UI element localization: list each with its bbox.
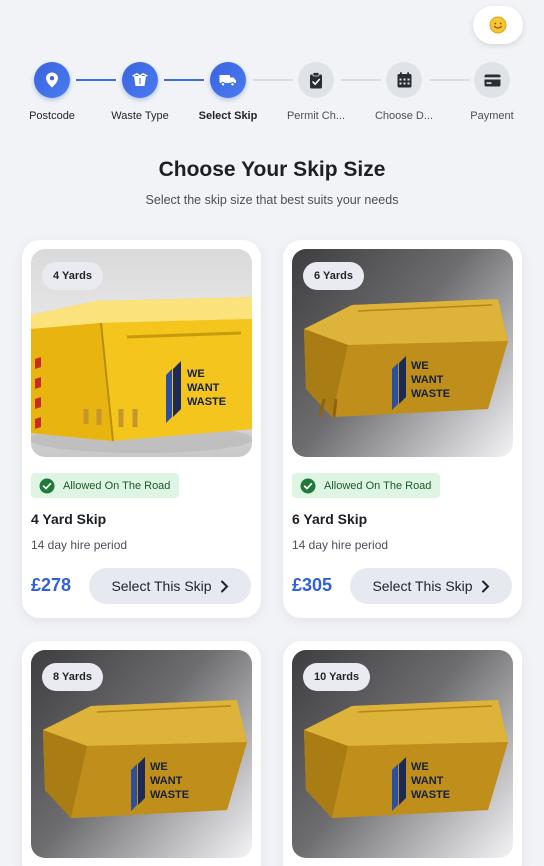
step-label: Waste Type <box>111 110 169 122</box>
svg-text:WASTE: WASTE <box>187 396 226 408</box>
svg-text:WASTE: WASTE <box>411 789 450 801</box>
step-select-skip[interactable]: Select Skip <box>188 62 268 122</box>
truck-icon <box>219 75 236 87</box>
clipboard-check-icon <box>310 71 322 88</box>
svg-text:WANT: WANT <box>150 775 183 787</box>
skip-price: £278 <box>31 575 72 595</box>
skip-title: 4 Yard Skip <box>31 511 107 527</box>
page-title: Choose Your Skip Size <box>158 158 386 181</box>
select-skip-label: Select This Skip <box>372 578 473 594</box>
skip-selection-page: Postcode Waste Type Select Skip Permit C… <box>0 0 544 866</box>
select-skip-button[interactable]: Select This Skip <box>89 568 251 604</box>
step-payment[interactable]: Payment <box>452 62 532 122</box>
skip-price: £305 <box>292 575 333 595</box>
skip-card-4-yards[interactable]: WE WANT WASTE 4 Yards Allowed On The Roa… <box>22 240 261 618</box>
step-label: Payment <box>470 110 514 122</box>
road-allowed-badge: Allowed On The Road <box>31 473 180 498</box>
map-pin-icon <box>46 72 58 88</box>
skip-image: WE WANT WASTE 4 Yards <box>31 249 252 457</box>
svg-text:WANT: WANT <box>187 382 220 394</box>
svg-text:WASTE: WASTE <box>150 789 189 801</box>
svg-text:WASTE: WASTE <box>411 388 450 400</box>
trash-icon <box>132 73 148 86</box>
svg-text:WE: WE <box>411 360 429 372</box>
step-label: Choose D... <box>374 110 434 122</box>
page-subtitle: Select the skip size that best suits you… <box>145 193 399 207</box>
credit-card-icon <box>484 74 500 86</box>
svg-text:WANT: WANT <box>411 374 444 386</box>
road-allowed-label: Allowed On The Road <box>63 479 171 492</box>
step-label: Select Skip <box>198 110 258 122</box>
svg-text:WE: WE <box>411 761 429 773</box>
size-badge: 10 Yards <box>303 663 371 691</box>
step-choose-date[interactable]: Choose D... <box>364 62 444 122</box>
select-skip-label: Select This Skip <box>111 578 212 594</box>
hire-period: 14 day hire period <box>292 538 389 552</box>
hire-period: 14 day hire period <box>31 538 128 552</box>
skip-card-6-yards[interactable]: WE WANT WASTE 6 Yards Allowed On The Roa… <box>283 240 522 618</box>
step-permit-check[interactable]: Permit Ch... <box>276 62 356 122</box>
step-postcode[interactable]: Postcode <box>12 62 92 122</box>
skip-title: 6 Yard Skip <box>292 511 368 527</box>
select-skip-button[interactable]: Select This Skip <box>350 568 512 604</box>
chevron-right-icon <box>220 580 228 592</box>
size-badge: 4 Yards <box>42 262 103 290</box>
size-badge: 8 Yards <box>42 663 103 691</box>
svg-text:WANT: WANT <box>411 775 444 787</box>
skip-image: WE WANT WASTE 6 Yards <box>292 249 513 457</box>
size-badge: 6 Yards <box>303 262 364 290</box>
check-circle-icon <box>300 478 316 493</box>
theme-toggle-button[interactable] <box>473 6 523 44</box>
skip-image: WE WANT WASTE 10 Yards <box>292 650 513 858</box>
step-label: Postcode <box>29 110 75 122</box>
road-allowed-badge: Allowed On The Road <box>292 473 441 498</box>
chevron-right-icon <box>481 580 489 592</box>
skip-image: WE WANT WASTE 8 Yards <box>31 650 252 858</box>
calendar-icon <box>397 72 411 88</box>
svg-text:WE: WE <box>150 761 168 773</box>
step-label: Permit Ch... <box>286 110 346 122</box>
skip-card-8-yards[interactable]: WE WANT WASTE 8 Yards <box>22 641 261 866</box>
sun-smiley-icon <box>489 16 507 34</box>
check-circle-icon <box>39 478 55 493</box>
skip-card-10-yards[interactable]: WE WANT WASTE 10 Yards <box>283 641 522 866</box>
road-allowed-label: Allowed On The Road <box>324 479 432 492</box>
progress-stepper: Postcode Waste Type Select Skip Permit C… <box>0 62 544 126</box>
step-waste-type[interactable]: Waste Type <box>100 62 180 122</box>
svg-text:WE: WE <box>187 368 205 380</box>
